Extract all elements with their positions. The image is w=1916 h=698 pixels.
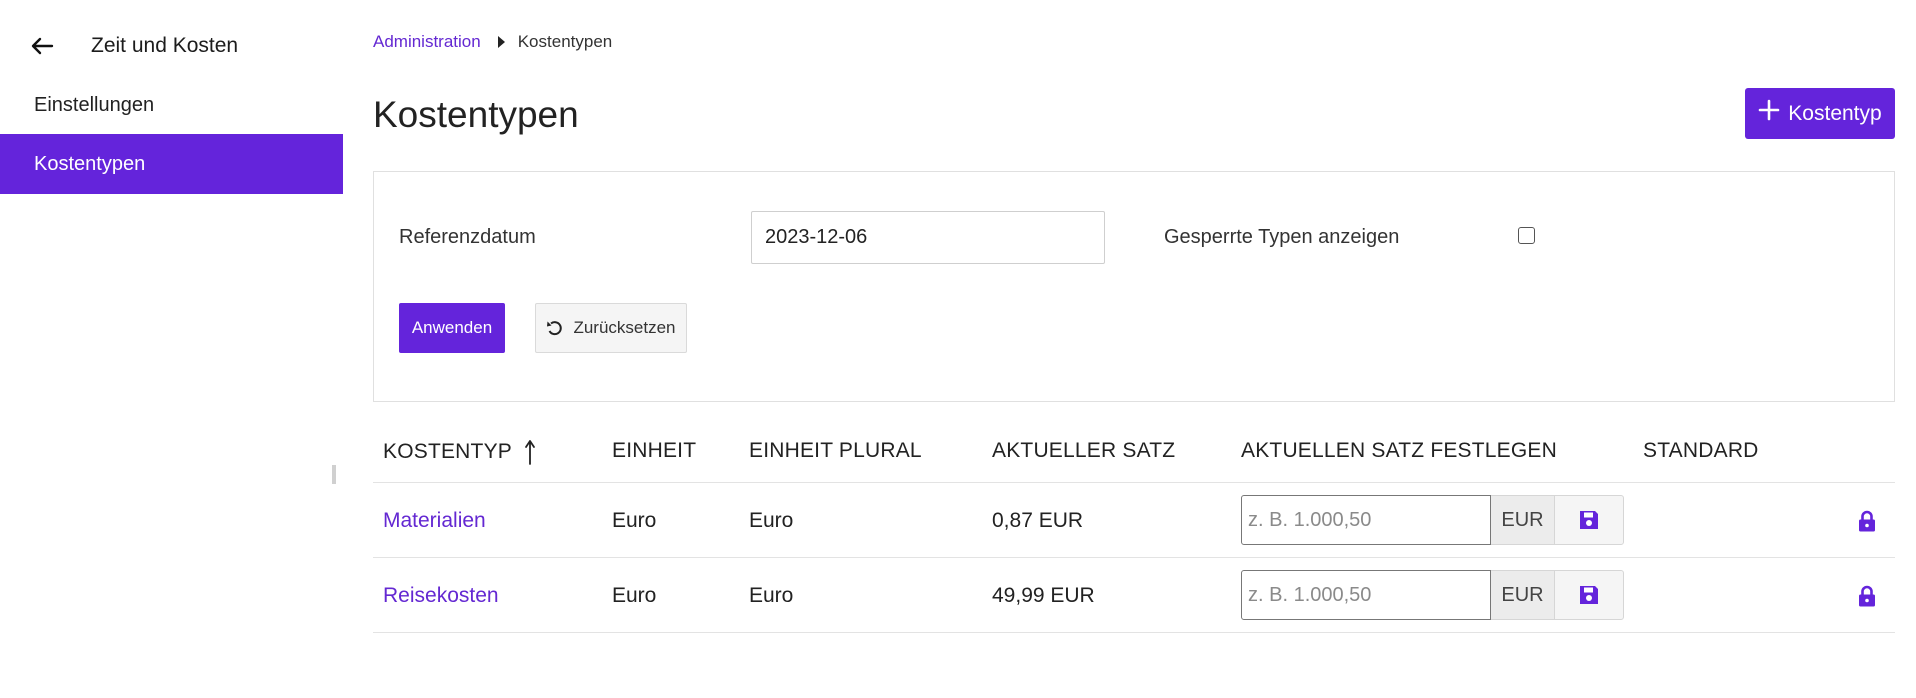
table-row: Materialien Euro Euro 0,87 EUR EUR: [373, 482, 1895, 557]
sidebar-title: Zeit und Kosten: [91, 34, 239, 57]
unit-plural-cell: Euro: [749, 583, 794, 607]
unit-plural-cell: Euro: [749, 508, 794, 532]
column-header-einheit-plural: EINHEIT PLURAL: [749, 439, 922, 462]
sidebar-item-einstellungen[interactable]: Einstellungen: [0, 75, 343, 135]
breadcrumb-separator-icon: [497, 36, 505, 48]
page-title: Kostentypen: [373, 94, 579, 135]
new-rate-input[interactable]: [1241, 570, 1491, 620]
reset-button-label: Zurücksetzen: [573, 318, 676, 337]
apply-button[interactable]: Anwenden: [399, 303, 505, 353]
reference-date-input[interactable]: [751, 211, 1105, 264]
breadcrumb-link-administration[interactable]: Administration: [373, 32, 481, 52]
breadcrumb: Administration Kostentypen: [373, 32, 612, 52]
current-rate-cell: 49,99 EUR: [992, 583, 1095, 607]
breadcrumb-current: Kostentypen: [517, 32, 613, 51]
save-rate-button[interactable]: [1554, 570, 1624, 620]
back-arrow-icon[interactable]: [30, 36, 54, 56]
table-bottom-border: [373, 632, 1895, 633]
column-header-einheit: EINHEIT: [612, 439, 697, 462]
save-icon: [1580, 511, 1598, 529]
show-locked-types-label: Gesperrte Typen anzeigen: [1164, 226, 1400, 248]
plus-icon: [1758, 97, 1780, 127]
save-rate-button[interactable]: [1554, 495, 1624, 545]
currency-addon: EUR: [1491, 495, 1555, 545]
sidebar-item-kostentypen[interactable]: Kostentypen: [0, 134, 343, 194]
unit-cell: Euro: [612, 508, 657, 532]
show-locked-types-checkbox[interactable]: [1518, 227, 1535, 244]
cost-type-name-link[interactable]: Materialien: [383, 483, 486, 558]
reset-button[interactable]: Zurücksetzen: [535, 303, 687, 353]
save-icon: [1580, 586, 1598, 604]
current-rate-cell: 0,87 EUR: [992, 508, 1084, 532]
sidebar-resize-handle[interactable]: [332, 465, 336, 484]
sidebar-header: Zeit und Kosten: [0, 26, 343, 66]
sidebar-item-label: Einstellungen: [34, 93, 155, 116]
new-rate-input[interactable]: [1241, 495, 1491, 545]
column-header-standard: STANDARD: [1643, 439, 1759, 462]
unit-cell: Euro: [612, 583, 657, 607]
lock-icon: [1859, 585, 1875, 607]
cost-type-name-link[interactable]: Reisekosten: [383, 558, 499, 633]
currency-addon: EUR: [1491, 570, 1555, 620]
filter-panel: Referenzdatum Gesperrte Typen anzeigen A…: [373, 171, 1895, 402]
add-cost-type-button[interactable]: Kostentyp: [1745, 88, 1895, 139]
table-row: Reisekosten Euro Euro 49,99 EUR EUR: [373, 557, 1895, 632]
apply-button-label: Anwenden: [411, 318, 493, 337]
sidebar-item-label: Kostentypen: [34, 152, 146, 175]
column-header-aktueller-satz: AKTUELLER SATZ: [992, 439, 1176, 462]
undo-icon: [547, 321, 563, 336]
column-header-label: KOSTENTYP: [383, 440, 512, 463]
sidebar: Zeit und Kosten Einstellungen Kostentype…: [0, 0, 343, 698]
sort-ascending-icon: [525, 440, 535, 465]
column-header-aktuellen-satz-festlegen: AKTUELLEN SATZ FESTLEGEN: [1241, 439, 1557, 462]
add-cost-type-label: Kostentyp: [1788, 101, 1882, 125]
reference-date-label: Referenzdatum: [399, 226, 536, 248]
lock-icon: [1859, 510, 1875, 532]
column-header-kostentyp[interactable]: KOSTENTYP: [383, 439, 536, 465]
